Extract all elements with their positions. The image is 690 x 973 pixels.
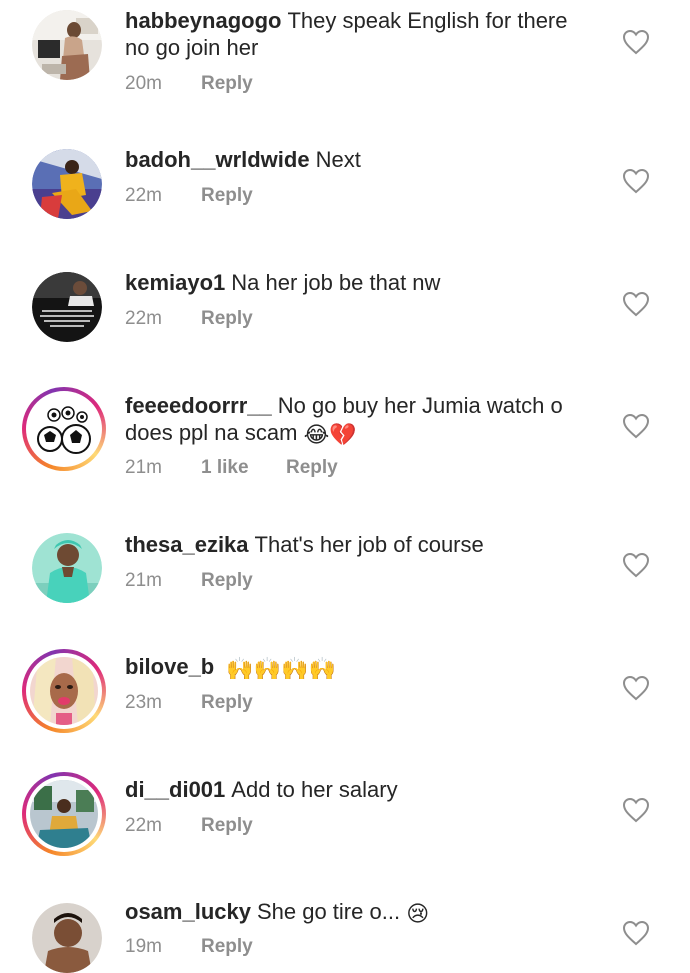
avatar[interactable] <box>32 533 102 603</box>
reply-button[interactable]: Reply <box>201 815 253 837</box>
comment-meta: 22m Reply <box>125 308 253 330</box>
comment-text: badoh__wrldwide Next <box>125 146 595 173</box>
comment-meta: 23m Reply <box>125 692 253 714</box>
heart-outline-icon[interactable] <box>622 797 650 823</box>
avatar[interactable] <box>32 10 102 80</box>
comment-body: That's her job of course <box>254 532 484 557</box>
comment-body: She go tire o... <box>256 899 401 924</box>
comment-emoji: 😂💔 <box>303 422 357 447</box>
comment-text: thesa_ezika That's her job of course <box>125 531 595 558</box>
comment-body: Add to her salary <box>231 777 398 802</box>
heart-outline-icon[interactable] <box>622 675 650 701</box>
comment-username[interactable]: di__di001 <box>125 777 225 802</box>
comment-body: Next <box>315 147 361 172</box>
avatar[interactable] <box>22 772 106 856</box>
comment-emoji: 🙌🙌🙌🙌 <box>226 656 336 681</box>
reply-button[interactable]: Reply <box>201 73 253 95</box>
comment-username[interactable]: habbeynagogo <box>125 8 281 33</box>
comment-meta: 20m Reply <box>125 73 253 95</box>
comment-time: 21m <box>125 457 162 478</box>
comment-time: 23m <box>125 692 162 713</box>
reply-button[interactable]: Reply <box>201 308 253 330</box>
comment-body: Na her job be that nw <box>231 270 441 295</box>
comment-time: 22m <box>125 815 162 836</box>
comment-username[interactable]: badoh__wrldwide <box>125 147 310 172</box>
comment-username[interactable]: osam_lucky <box>125 899 251 924</box>
reply-button[interactable]: Reply <box>201 936 253 958</box>
comment-text: kemiayo1 Na her job be that nw <box>125 269 595 296</box>
comment-meta: 21m 1 like Reply <box>125 457 338 479</box>
heart-outline-icon[interactable] <box>622 29 650 55</box>
reply-button[interactable]: Reply <box>201 692 253 714</box>
avatar[interactable] <box>32 272 102 342</box>
comment-meta: 19m Reply <box>125 936 253 958</box>
comment-emoji: 😢 <box>406 901 430 926</box>
comment-time: 22m <box>125 185 162 206</box>
avatar[interactable] <box>22 387 106 471</box>
comment-text: di__di001 Add to her salary <box>125 776 595 803</box>
reply-button[interactable]: Reply <box>201 570 253 592</box>
heart-outline-icon[interactable] <box>622 552 650 578</box>
heart-outline-icon[interactable] <box>622 168 650 194</box>
comment-username[interactable]: kemiayo1 <box>125 270 225 295</box>
comment-meta: 22m Reply <box>125 815 253 837</box>
avatar[interactable] <box>22 649 106 733</box>
comment-time: 19m <box>125 936 162 957</box>
heart-outline-icon[interactable] <box>622 920 650 946</box>
comment-text: bilove_b 🙌🙌🙌🙌 <box>125 653 595 680</box>
comment-username[interactable]: feeeedoorrr__ <box>125 393 272 418</box>
avatar[interactable] <box>32 149 102 219</box>
likes-count[interactable]: 1 like <box>201 457 286 479</box>
comment-text: feeeedoorrr__ No go buy her Jumia watch o… <box>125 392 595 446</box>
reply-button[interactable]: Reply <box>201 185 253 207</box>
comment-meta: 21m Reply <box>125 570 253 592</box>
comment-meta: 22m Reply <box>125 185 253 207</box>
comment-text: habbeynagogo They speak English for there… <box>125 7 595 61</box>
comment-time: 20m <box>125 73 162 94</box>
avatar[interactable] <box>32 903 102 973</box>
comment-username[interactable]: bilove_b <box>125 654 214 679</box>
comment-text: osam_lucky She go tire o... 😢 <box>125 898 595 925</box>
comment-username[interactable]: thesa_ezika <box>125 532 249 557</box>
comment-time: 21m <box>125 570 162 591</box>
reply-button[interactable]: Reply <box>286 457 338 479</box>
heart-outline-icon[interactable] <box>622 413 650 439</box>
comment-time: 22m <box>125 308 162 329</box>
heart-outline-icon[interactable] <box>622 291 650 317</box>
